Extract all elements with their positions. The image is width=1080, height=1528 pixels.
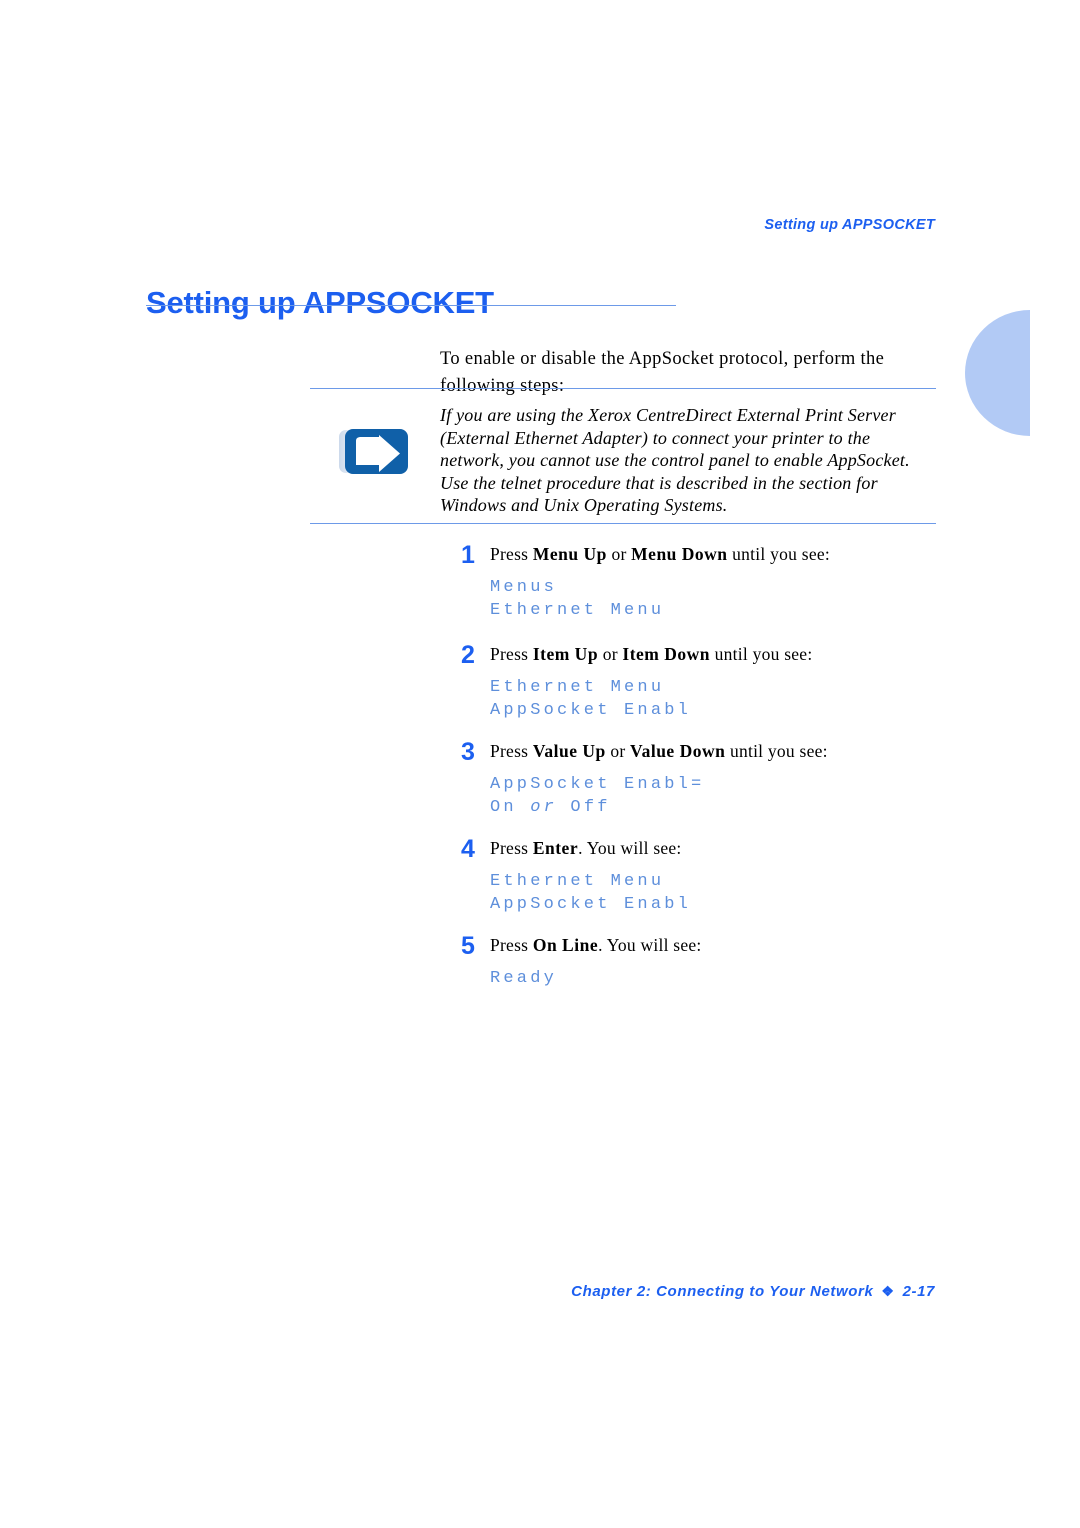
step-body: Press Item Up or Item Down until you see… [490,643,940,722]
control-panel-line-emphasis: or [530,797,558,817]
step-number: 5 [461,932,475,960]
control-panel-line: Menus [490,578,558,597]
step-number: 1 [461,541,475,569]
step-instruction: Press Enter. You will see: [490,837,940,859]
document-page: Setting up APPSOCKET Setting up APPSOCKE… [0,0,1080,1528]
step-body: Press On Line. You will see: Ready [490,934,940,991]
step-key-label: Value Down [630,741,726,761]
control-panel-line: AppSocket Enabl [490,894,692,914]
control-panel-line: AppSocket Enabl [490,700,692,720]
step-item: 2 Press Item Up or Item Down until you se… [440,643,940,740]
step-text: . You will see: [578,838,682,858]
step-text: until you see: [727,544,830,564]
step-text: or [598,644,623,664]
note-line: network, you cannot use the control pane… [440,450,910,471]
control-panel-line: Ready [490,969,558,988]
step-text: until you see: [725,741,828,761]
step-text: . You will see: [598,935,702,955]
control-panel-display: Ethernet Menu AppSocket Enabl [490,871,940,916]
step-text: Press [490,741,533,761]
note-bottom-rule [310,523,936,524]
control-panel-line: Ethernet Menu [490,600,665,620]
control-panel-display: Ethernet Menu AppSocket Enabl [490,677,940,722]
note-top-rule [310,388,936,389]
note-line: Use the telnet procedure that is describ… [440,472,878,493]
footer-diamond-icon: ❖ [881,1283,895,1299]
step-item: 5 Press On Line. You will see: Ready [440,934,940,994]
control-panel-display: Menus Ethernet Menu [490,577,940,622]
step-body: Press Menu Up or Menu Down until you see… [490,543,940,622]
step-number: 2 [461,641,475,669]
step-text: until you see: [710,644,813,664]
step-body: Press Value Up or Value Down until you s… [490,740,940,819]
control-panel-display: Ready [490,968,940,991]
step-item: 1 Press Menu Up or Menu Down until you se… [440,543,940,643]
intro-paragraph: To enable or disable the AppSocket proto… [440,348,885,396]
step-text: Press [490,838,533,858]
footer-page-number: 2-17 [902,1283,935,1300]
step-key-label: Item Up [532,644,599,664]
step-key-label: Item Down [622,644,711,664]
step-body: Press Enter. You will see: Ethernet Menu A… [490,837,940,916]
control-panel-line: AppSocket Enabl= [490,775,705,794]
blue-arrow-note-icon [339,429,411,474]
step-instruction: Press Item Up or Item Down until you see… [490,643,940,665]
note-line: If you are using the Xerox CentreDirect … [440,405,896,425]
step-text: Press [490,644,533,664]
note-text: If you are using the Xerox CentreDirect … [440,404,940,517]
step-text: or [605,741,631,761]
step-key-label: Menu Down [631,544,728,564]
step-key-label: On Line [532,935,599,955]
step-number: 3 [461,738,475,766]
step-item: 4 Press Enter. You will see: Ethernet Menu… [440,837,940,934]
footer-chapter: Chapter 2: Connecting to Your Network [571,1283,874,1300]
step-instruction: Press Value Up or Value Down until you s… [490,740,940,762]
step-text: Press [490,935,533,955]
step-instruction: Press On Line. You will see: [490,934,940,956]
title-underline-rule [146,305,676,306]
control-panel-line: On or Off [490,797,611,817]
control-panel-display: AppSocket Enabl= On or Off [490,774,940,819]
step-number: 4 [461,835,475,863]
page-title: Setting up APPSOCKET [146,284,494,320]
step-item: 3 Press Value Up or Value Down until you … [440,740,940,837]
step-text: Press [490,544,533,564]
note-line: Windows and Unix Operating Systems. [440,495,728,516]
control-panel-line: Ethernet Menu [490,678,665,697]
page-footer: Chapter 2: Connecting to Your Network ❖ 2-… [400,1283,935,1300]
steps-list: 1 Press Menu Up or Menu Down until you se… [440,543,940,994]
control-panel-line: Ethernet Menu [490,872,665,891]
step-text: or [606,544,632,564]
note-line: (External Ethernet Adapter) to connect y… [440,427,871,448]
step-key-label: Enter [532,838,579,858]
step-key-label: Menu Up [532,544,607,564]
page-edge-tab-decoration [965,310,1030,436]
running-header: Setting up APPSOCKET [764,217,935,233]
step-key-label: Value Up [532,741,606,761]
step-instruction: Press Menu Up or Menu Down until you see… [490,543,940,565]
